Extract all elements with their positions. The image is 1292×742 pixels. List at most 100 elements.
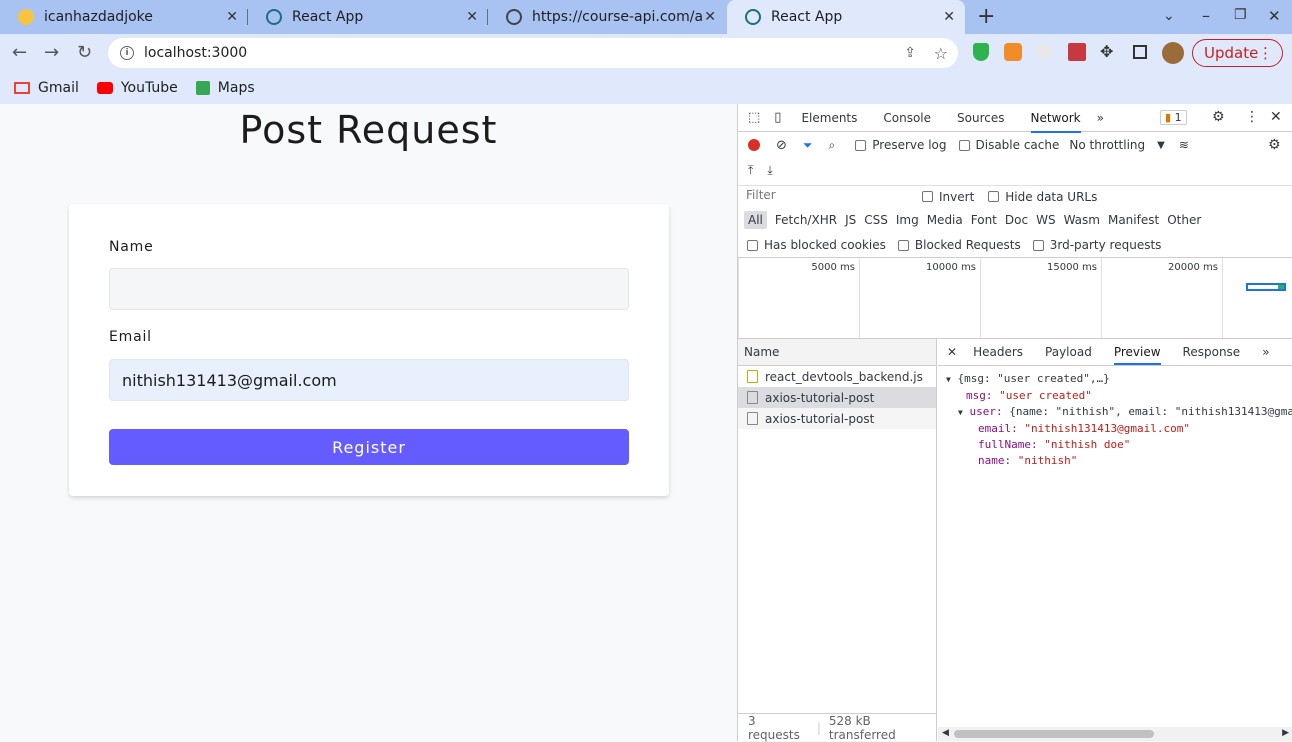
filter-input[interactable]: Filter [744,187,906,206]
update-label: Update [1204,44,1259,62]
hide-data-urls-checkbox[interactable] [988,191,1000,202]
name-input[interactable] [109,268,629,310]
filter-type-media[interactable]: Media [927,213,963,227]
search-icon[interactable]: ⌕ [829,138,836,153]
email-input[interactable]: nithish131413@gmail.com [109,359,629,401]
filter-type-other[interactable]: Other [1167,213,1201,227]
tab-icanhazdadjoke[interactable]: icanhazdadjoke ✕ [0,0,248,34]
filter-type-img[interactable]: Img [896,213,919,227]
tab-response[interactable]: Response [1183,345,1241,359]
devtools-close-icon[interactable]: ✕ [1270,109,1282,125]
network-conditions-icon[interactable]: ≋ [1179,138,1189,152]
inspect-element-icon[interactable]: ⬚ [748,110,760,125]
filter-icon[interactable]: ⏷ [803,138,813,153]
gmail-icon [14,82,30,94]
bookmark-label: Maps [217,80,255,96]
script-file-icon [747,370,758,383]
json-property[interactable]: ▼ user: {name: "nithish", email: "nithis… [946,404,1292,421]
reload-icon[interactable]: ↻ [77,42,92,63]
close-icon[interactable]: ✕ [466,9,478,25]
more-tabs-icon[interactable]: » [1097,111,1104,125]
minimize-icon[interactable]: – [1202,6,1210,25]
update-button[interactable]: Update ⋮ [1192,39,1283,67]
maximize-icon[interactable]: ❐ [1234,7,1247,23]
scroll-left-icon[interactable]: ◀ [942,728,949,738]
browser-toolbar: ← → ↻ i localhost:3000 ⇪ ☆ ✥ Update ⋮ [0,34,1292,72]
blocked-requests-label: Blocked Requests [914,238,1021,252]
tab-headers[interactable]: Headers [973,345,1023,359]
filter-type-all[interactable]: All [744,211,767,229]
tab-elements[interactable]: Elements [801,111,857,125]
horizontal-scrollbar[interactable]: ◀ ▶ [938,727,1292,741]
filter-type-wasm[interactable]: Wasm [1064,213,1100,227]
list-item[interactable]: axios-tutorial-post [738,408,936,429]
filter-type-font[interactable]: Font [971,213,997,227]
extension-icon[interactable] [1036,44,1052,60]
back-icon[interactable]: ← [12,42,27,63]
close-icon[interactable]: ✕ [226,9,238,25]
record-icon[interactable] [748,139,760,151]
chevron-down-icon[interactable]: ▼ [1157,140,1165,151]
import-har-icon[interactable]: ⤒ [748,163,753,178]
list-item[interactable]: react_devtools_backend.js [738,366,936,387]
scroll-right-icon[interactable]: ▶ [1282,728,1289,738]
forward-icon[interactable]: → [44,42,59,63]
invert-checkbox[interactable] [922,191,933,202]
blocked-cookies-checkbox[interactable] [747,239,758,251]
new-tab-icon[interactable]: + [977,4,995,29]
address-bar[interactable]: i localhost:3000 ⇪ ☆ [108,38,958,68]
info-icon[interactable]: i [120,46,134,60]
tab-network[interactable]: Network [1030,111,1081,133]
expand-triangle-icon[interactable]: ▼ [946,375,951,384]
network-timeline[interactable]: 5000 ms 10000 ms 15000 ms 20000 ms [738,257,1292,339]
bookmark-gmail[interactable]: Gmail [14,80,79,96]
close-icon[interactable]: ✕ [704,9,716,25]
avatar[interactable] [1162,42,1184,64]
throttling-select[interactable]: No throttling [1069,138,1145,152]
filter-type-doc[interactable]: Doc [1005,213,1028,227]
close-icon[interactable]: ✕ [943,9,955,25]
extension-red-icon[interactable] [1068,43,1086,61]
clear-icon[interactable]: ⊘ [776,138,787,153]
list-item[interactable]: axios-tutorial-post [738,387,936,408]
json-root[interactable]: ▼ {msg: "user created",…} [946,371,1292,388]
filter-type-ws[interactable]: WS [1036,213,1055,227]
filter-type-js[interactable]: JS [845,213,856,227]
scrollbar-thumb[interactable] [954,730,1154,738]
disable-cache-checkbox[interactable] [958,139,970,151]
tab-payload[interactable]: Payload [1045,345,1092,359]
tab-react-app-1[interactable]: React App ✕ [248,0,488,34]
more-detail-tabs-icon[interactable]: » [1262,345,1269,359]
metamask-icon[interactable] [1004,43,1022,61]
tab-search-icon[interactable]: ⌄ [1163,8,1175,24]
expand-triangle-icon[interactable]: ▼ [958,408,963,417]
issues-badge[interactable]: ▮ 1 [1160,110,1187,125]
bookmark-maps[interactable]: Maps [195,80,255,96]
shield-extension-icon[interactable] [973,43,989,61]
puzzle-extensions-icon[interactable]: ✥ [1100,42,1113,61]
window-close-icon[interactable]: ✕ [1268,7,1281,25]
share-icon[interactable]: ⇪ [904,45,916,61]
tab-sources[interactable]: Sources [957,111,1004,125]
side-panel-icon[interactable] [1133,45,1147,59]
preserve-log-checkbox[interactable] [855,139,867,151]
name-column-header[interactable]: Name [738,339,936,366]
tab-react-app-active[interactable]: React App ✕ [727,0,965,34]
bookmark-star-icon[interactable]: ☆ [934,44,948,63]
tab-console[interactable]: Console [883,111,931,125]
settings-gear-icon[interactable]: ⚙ [1212,109,1225,125]
filter-type-css[interactable]: CSS [864,213,888,227]
export-har-icon[interactable]: ⤓ [767,163,772,178]
network-settings-icon[interactable]: ⚙ [1268,137,1281,153]
bookmark-youtube[interactable]: YouTube [96,80,178,96]
blocked-requests-checkbox[interactable] [897,239,909,251]
device-toolbar-icon[interactable]: ▯ [774,110,781,125]
register-button[interactable]: Register [109,429,629,465]
third-party-checkbox[interactable] [1032,239,1044,251]
tab-course-api[interactable]: https://course-api.com/a ✕ [488,0,726,34]
devtools-menu-icon[interactable]: ⋮ [1245,109,1259,125]
close-detail-icon[interactable]: ✕ [947,345,957,359]
filter-type-fetch-xhr[interactable]: Fetch/XHR [775,213,837,227]
filter-type-manifest[interactable]: Manifest [1108,213,1159,227]
tab-preview[interactable]: Preview [1113,339,1161,365]
